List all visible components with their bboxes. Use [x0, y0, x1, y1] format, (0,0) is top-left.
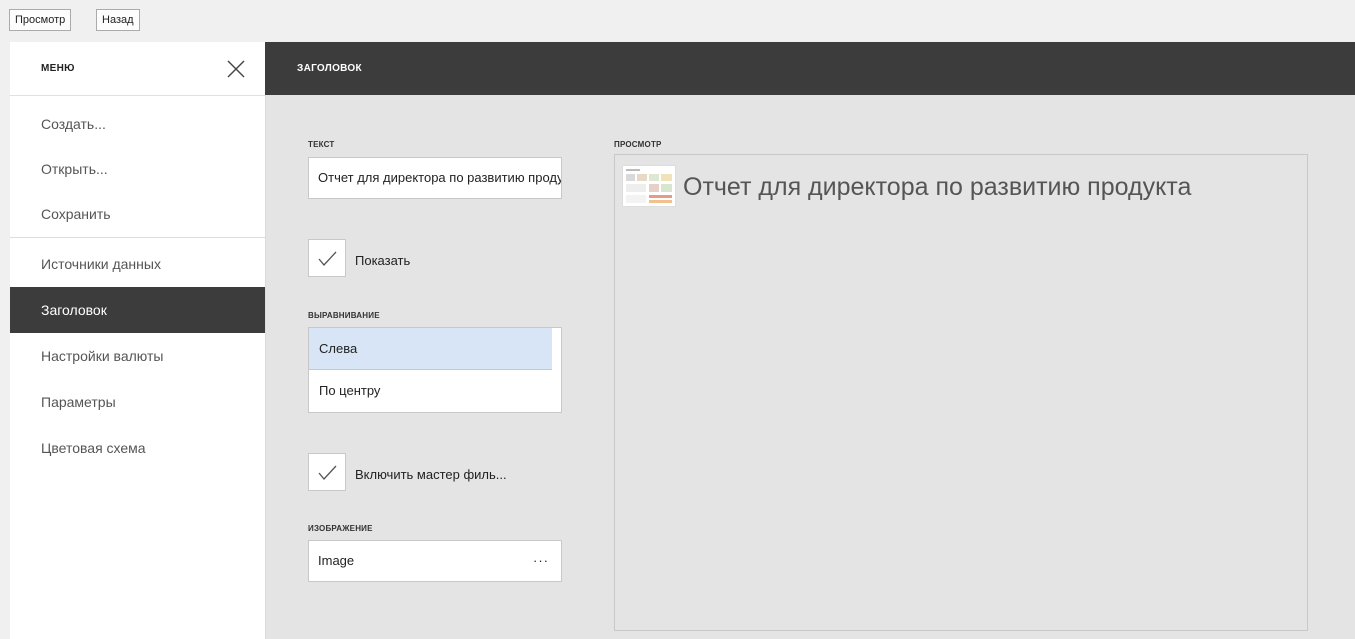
checkmark-icon	[318, 465, 337, 480]
back-button[interactable]: Назад	[96, 9, 140, 31]
close-icon[interactable]	[226, 59, 246, 79]
menu-title: МЕНЮ	[41, 63, 75, 74]
content-header: ЗАГОЛОВОК	[265, 42, 1355, 95]
menu-divider	[10, 237, 265, 238]
image-field-label: ИЗОБРАЖЕНИЕ	[308, 524, 373, 533]
top-toolbar: Просмотр Назад	[0, 0, 1355, 42]
preview-button[interactable]: Просмотр	[9, 9, 72, 31]
alignment-list: Слева По центру	[308, 327, 562, 413]
menu-item-color-scheme[interactable]: Цветовая схема	[10, 425, 265, 471]
title-text-input[interactable]: Отчет для директора по развитию продукта	[308, 157, 562, 199]
show-checkbox[interactable]	[308, 239, 346, 277]
menu-item-open[interactable]: Открыть...	[10, 146, 265, 192]
menu-item-create[interactable]: Создать...	[10, 101, 265, 147]
menu-item-save[interactable]: Сохранить	[10, 191, 265, 237]
filter-wizard-checkbox-label: Включить мастер филь...	[355, 467, 507, 482]
designer-frame: МЕНЮ Создать... Открыть... Сохранить Ист…	[10, 42, 1355, 639]
checkmark-icon	[318, 251, 337, 266]
report-thumbnail-image	[622, 165, 676, 207]
menu-panel: МЕНЮ Создать... Открыть... Сохранить Ист…	[10, 42, 266, 639]
menu-item-title[interactable]: Заголовок	[10, 287, 265, 333]
menu-item-currency-settings[interactable]: Настройки валюты	[10, 333, 265, 379]
browse-ellipsis-button[interactable]: ···	[533, 541, 549, 581]
alignment-option-left[interactable]: Слева	[309, 328, 552, 370]
preview-label: ПРОСМОТР	[614, 140, 662, 149]
page-title: ЗАГОЛОВОК	[297, 63, 362, 74]
image-input[interactable]: Image ···	[308, 540, 562, 582]
preview-panel: Отчет для директора по развитию продукта	[614, 154, 1308, 631]
menu-header: МЕНЮ	[10, 42, 265, 96]
preview-title: Отчет для директора по развитию продукта	[683, 173, 1192, 201]
alignment-label: ВЫРАВНИВАНИЕ	[308, 311, 380, 320]
show-checkbox-label: Показать	[355, 253, 411, 268]
image-value: Image	[318, 553, 355, 568]
text-field-label: ТЕКСТ	[308, 140, 335, 149]
menu-item-data-sources[interactable]: Источники данных	[10, 241, 265, 287]
menu-item-parameters[interactable]: Параметры	[10, 379, 265, 425]
filter-wizard-checkbox[interactable]	[308, 453, 346, 491]
alignment-option-center[interactable]: По центру	[309, 370, 552, 412]
